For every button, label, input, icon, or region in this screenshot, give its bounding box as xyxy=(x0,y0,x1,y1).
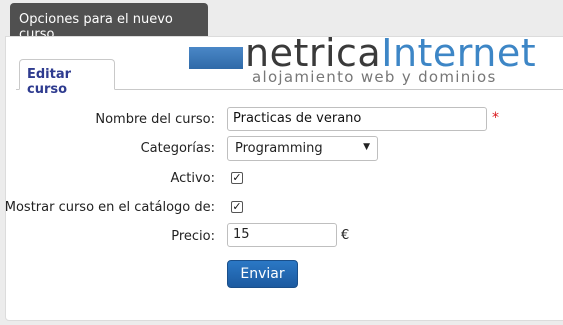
course-name-input[interactable]: Practicas de verano xyxy=(227,107,487,131)
submit-button[interactable]: Enviar xyxy=(227,260,298,288)
catalog-checkbox[interactable]: ✓ xyxy=(231,201,243,213)
price-input[interactable]: 15 xyxy=(227,223,337,247)
netrica-logo: netricaInternet alojamiento web y domini… xyxy=(189,33,536,89)
currency-symbol: € xyxy=(341,228,350,243)
active-label: Activo: xyxy=(170,171,215,186)
window-title-tab: Opciones para el nuevo curso xyxy=(10,3,208,42)
logo-name: netricaInternet xyxy=(245,33,536,73)
category-select[interactable]: Programming ▼ xyxy=(227,136,378,161)
active-checkbox[interactable]: ✓ xyxy=(231,172,243,184)
logo-bar xyxy=(189,47,243,69)
required-marker: * xyxy=(492,110,499,126)
checkmark-icon: ✓ xyxy=(232,171,242,184)
tab-editar-curso[interactable]: Editar curso xyxy=(19,59,115,97)
price-label: Precio: xyxy=(171,229,215,244)
logo-tagline: alojamiento web y dominios xyxy=(252,68,497,86)
checkmark-icon: ✓ xyxy=(232,200,242,213)
category-label: Categorías: xyxy=(140,141,215,156)
caret-down-icon: ▼ xyxy=(363,142,370,152)
catalog-label: Mostrar curso en el catálogo de: xyxy=(4,200,215,215)
category-selected-value: Programming xyxy=(235,141,323,156)
course-name-label: Nombre del curso: xyxy=(95,112,215,127)
